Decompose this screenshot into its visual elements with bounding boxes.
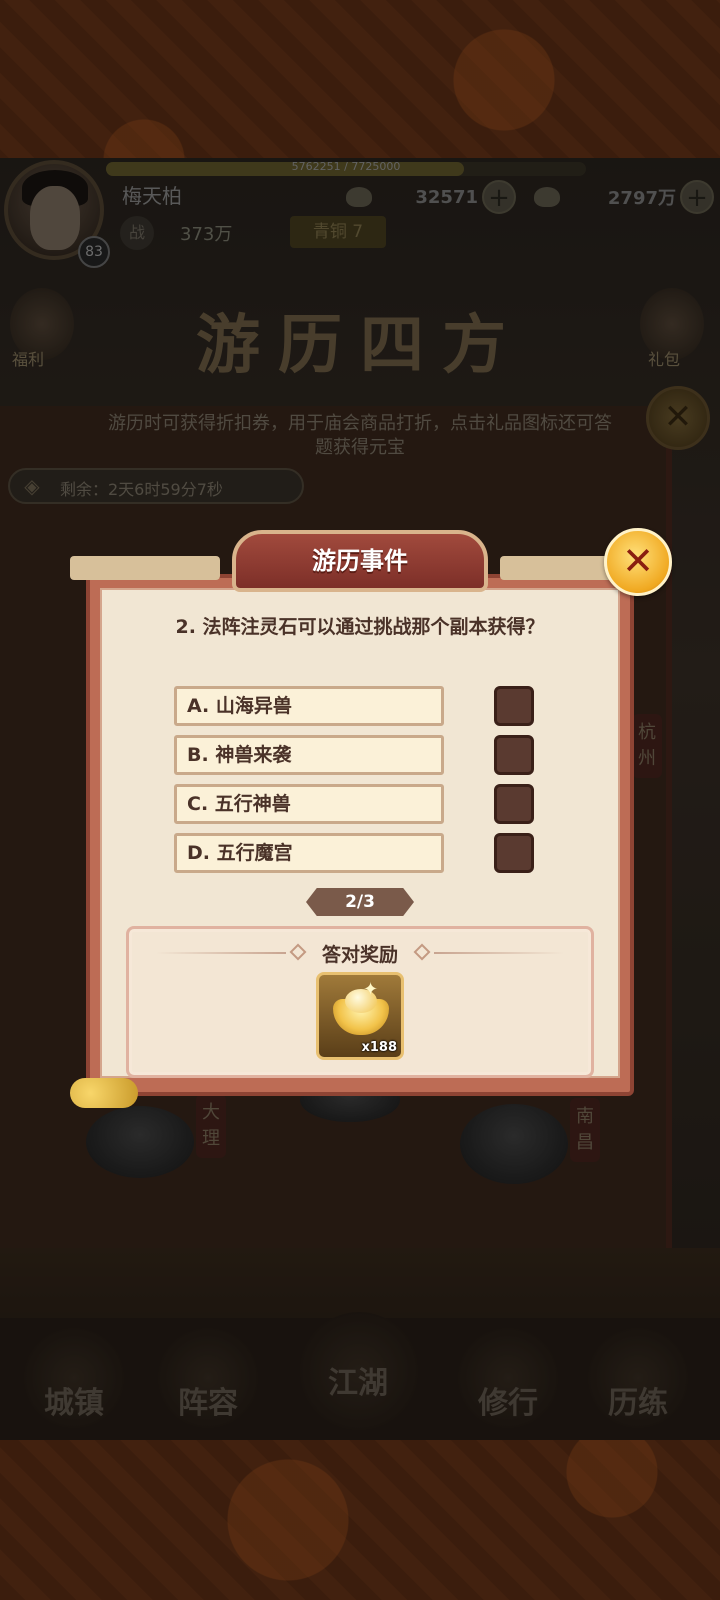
answer-checkbox-b[interactable]: [494, 735, 534, 775]
dialog-close-button[interactable]: ✕: [604, 528, 672, 596]
reward-ingot-item[interactable]: ✦ x188: [316, 972, 404, 1060]
quiz-question: 2. 法阵注灵石可以通过挑战那个副本获得？: [175, 616, 545, 638]
answer-option-a[interactable]: A. 山海异兽: [174, 686, 444, 726]
sparkle-icon: ✦: [363, 979, 379, 1000]
reward-divider-right: [434, 952, 564, 954]
answer-checkbox-c[interactable]: [494, 784, 534, 824]
reward-divider-left: [156, 952, 286, 954]
dialog-title: 游历事件: [232, 530, 488, 592]
reward-count: x188: [361, 1040, 397, 1055]
answer-checkbox-a[interactable]: [494, 686, 534, 726]
question-progress: 2/3: [306, 888, 414, 916]
answer-option-c[interactable]: C. 五行神兽: [174, 784, 444, 824]
answer-option-d[interactable]: D. 五行魔宫: [174, 833, 444, 873]
dialog-wing-left: [70, 556, 220, 580]
answer-checkbox-d[interactable]: [494, 833, 534, 873]
answer-option-b[interactable]: B. 神兽来袭: [174, 735, 444, 775]
reward-title: 答对奖励: [321, 944, 398, 966]
golden-cloud-ornament: [70, 1078, 138, 1108]
